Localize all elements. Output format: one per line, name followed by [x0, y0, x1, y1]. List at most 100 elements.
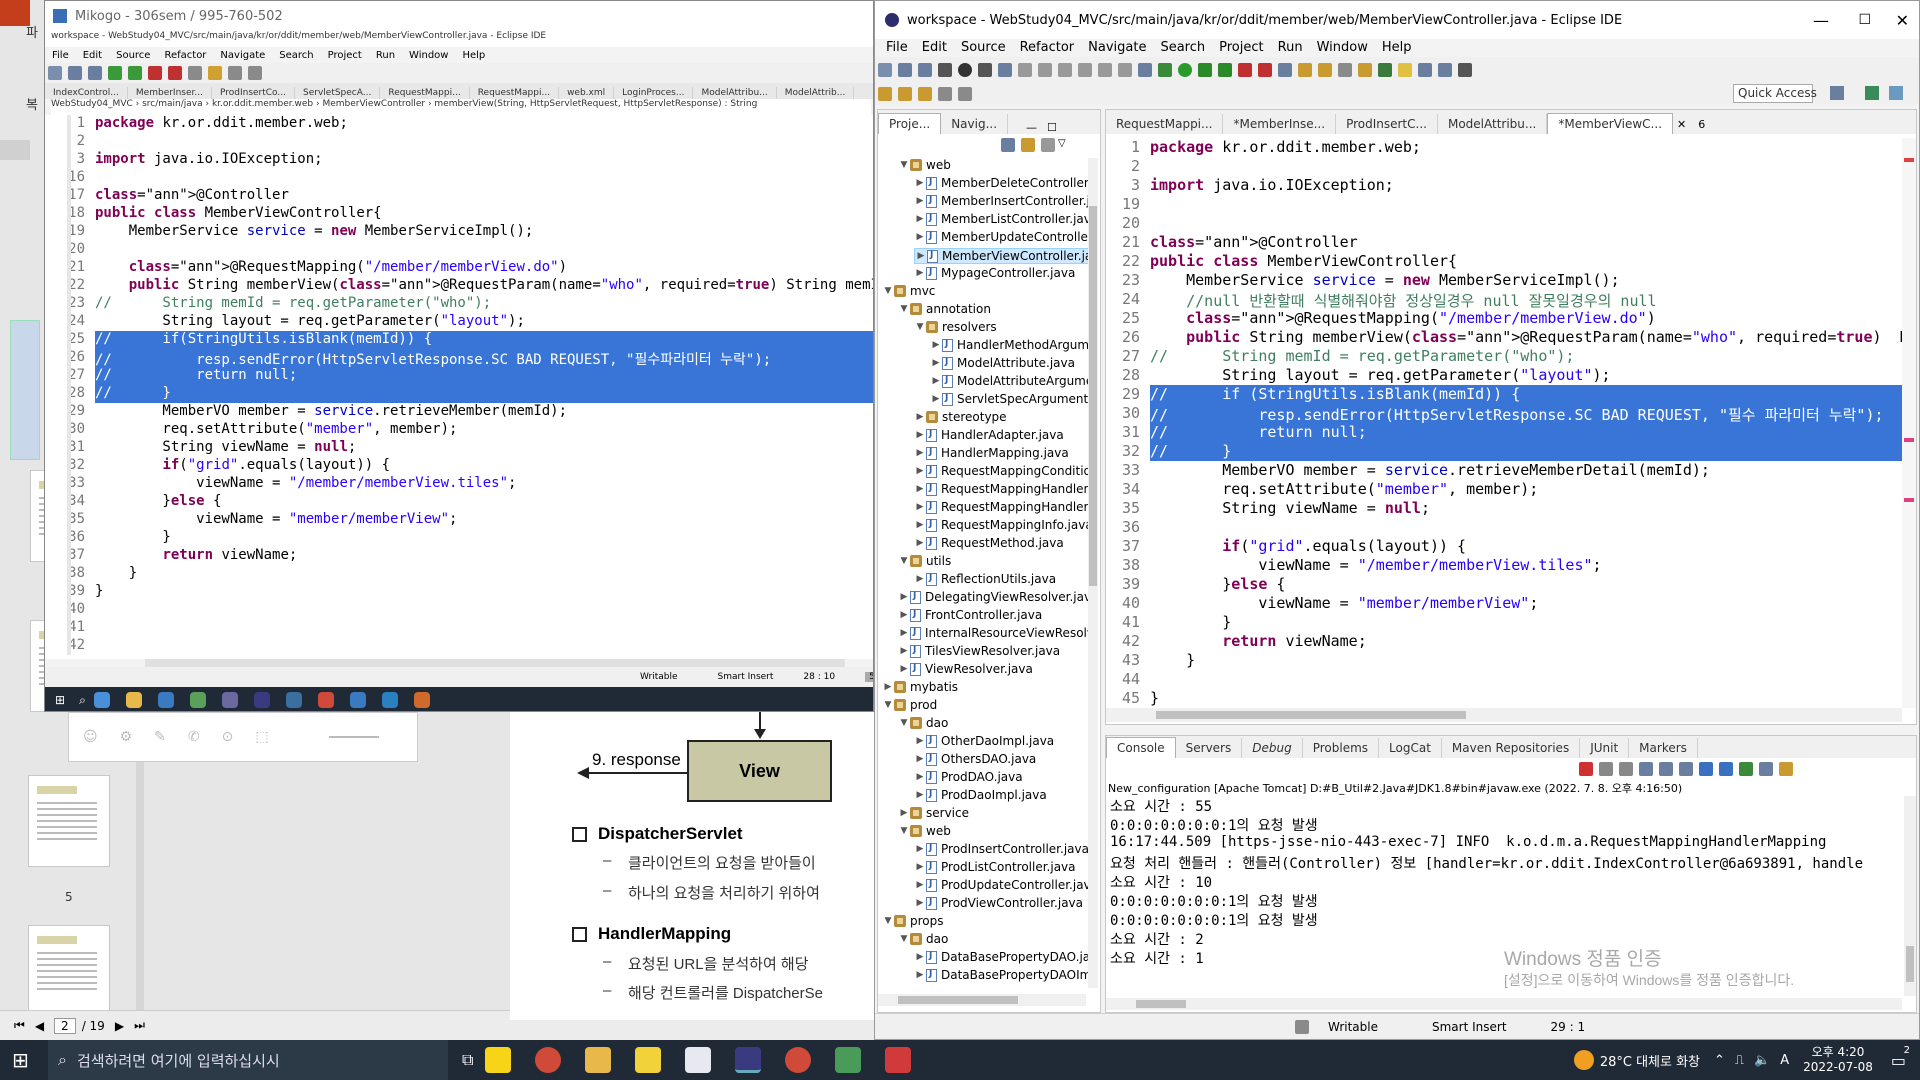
skip-breakpoints-icon[interactable]	[978, 63, 992, 77]
open-type-icon[interactable]	[208, 66, 222, 80]
chevron-right-icon[interactable]: ▶	[882, 682, 894, 692]
filter-icon[interactable]	[1041, 138, 1055, 152]
minimize-view-icon[interactable]: —	[1026, 121, 1037, 134]
windows-start-icon[interactable]: ⊞	[12, 1048, 36, 1072]
terminate-icon[interactable]	[1058, 63, 1072, 77]
menu-window[interactable]: Window	[1310, 40, 1375, 55]
phone-icon[interactable]: ✆	[188, 729, 200, 745]
code-line[interactable]: // return null;	[95, 367, 873, 385]
edge-icon[interactable]	[93, 692, 110, 708]
tree-file[interactable]: ▶ ModelAttributeArgume	[930, 374, 1088, 388]
attach-icon[interactable]: ✎	[154, 729, 166, 745]
run-coverage-icon[interactable]	[1198, 63, 1212, 77]
save-icon[interactable]	[898, 63, 912, 77]
tree-file[interactable]: ▶ MemberDeleteController.j	[914, 176, 1088, 190]
chevron-right-icon[interactable]: ▶	[915, 251, 927, 261]
menu-project[interactable]: Project	[321, 50, 369, 61]
save-icon[interactable]	[68, 66, 82, 80]
stop-server-icon[interactable]	[1238, 63, 1252, 77]
chevron-right-icon[interactable]: ▶	[914, 538, 926, 548]
select-icon[interactable]: ⬚	[255, 729, 268, 745]
quick-access-input[interactable]: Quick Access	[1733, 84, 1817, 103]
explorer-scroll-thumb[interactable]	[1089, 206, 1097, 586]
tree-package[interactable]: ▼ resolvers	[914, 320, 997, 334]
code-line[interactable]	[95, 601, 873, 619]
chrome-profile-icon[interactable]	[785, 1047, 812, 1073]
editor-tab[interactable]: ModelAttrib...	[777, 87, 855, 99]
link-editor-icon[interactable]	[1021, 138, 1035, 152]
step-over-icon[interactable]	[1098, 63, 1112, 77]
app-icon[interactable]	[189, 692, 206, 708]
code-line[interactable]: import java.io.IOException;	[1150, 176, 1902, 195]
search-icon[interactable]	[188, 66, 202, 80]
close-tab-icon[interactable]: ✕	[1673, 115, 1690, 134]
chrome-icon[interactable]	[535, 1047, 562, 1073]
tree-file[interactable]: ▶ DelegatingViewResolver.java	[898, 590, 1088, 604]
explorer-hscroll-thumb[interactable]	[898, 996, 1018, 1004]
next-annotation-icon[interactable]	[898, 87, 912, 101]
code-line[interactable]: // }	[95, 385, 873, 403]
chevron-down-icon[interactable]: ▼	[882, 286, 894, 296]
menu-refactor[interactable]: Refactor	[1013, 40, 1082, 55]
tree-file[interactable]: ▶ MemberListController.java	[914, 212, 1088, 226]
code-line[interactable]: String viewName = null;	[1150, 499, 1902, 518]
tab-markers[interactable]: Markers	[1629, 738, 1698, 758]
tab-maven-repositories[interactable]: Maven Repositories	[1442, 738, 1581, 758]
debug-icon[interactable]	[958, 63, 972, 77]
tree-file[interactable]: ▶ HandlerMethodArgume	[930, 338, 1088, 352]
word-wrap-icon[interactable]	[1679, 762, 1693, 776]
open-type-icon[interactable]	[1298, 63, 1312, 77]
suspend-icon[interactable]	[1038, 63, 1052, 77]
code-line[interactable]: MemberVO member = service.retrieveMember…	[1150, 461, 1902, 480]
java-ee-perspective-icon[interactable]	[1865, 86, 1879, 100]
code-line[interactable]: public String memberView(class="ann">@Re…	[95, 277, 873, 295]
task-view-icon[interactable]: ⧉	[462, 1050, 473, 1070]
tree-file[interactable]: ▶ ProdDaoImpl.java	[914, 788, 1047, 802]
code-line[interactable]: // if (StringUtils.isBlank(memId)) {	[1150, 385, 1902, 404]
code-line[interactable]: }	[1150, 613, 1902, 632]
chevron-right-icon[interactable]: ▶	[914, 898, 926, 908]
chevron-right-icon[interactable]: ▶	[898, 664, 910, 674]
taskbar-search-box[interactable]: ⌕ 검색하려면 여기에 입력하십시시	[48, 1040, 448, 1080]
chevron-down-icon[interactable]: ▼	[898, 934, 910, 944]
tab-debug[interactable]: Debug	[1242, 738, 1303, 758]
debug-icon[interactable]	[128, 66, 142, 80]
kakaotalk-icon[interactable]	[485, 1047, 512, 1073]
ime-indicator[interactable]: A	[1780, 1053, 1789, 1068]
explorer-hscrollbar[interactable]	[878, 994, 1086, 1006]
error-marker[interactable]	[1904, 498, 1914, 502]
code-line[interactable]: MemberService service = new MemberServic…	[95, 223, 873, 241]
tab-problems[interactable]: Problems	[1303, 738, 1380, 758]
file-explorer-icon[interactable]	[585, 1047, 612, 1073]
zoom-slider[interactable]	[328, 736, 379, 738]
folder-icon[interactable]	[1358, 63, 1372, 77]
smile-icon[interactable]: ☺	[83, 729, 98, 745]
menu-search[interactable]: Search	[272, 50, 320, 61]
show-stderr-icon[interactable]	[1719, 762, 1733, 776]
chevron-right-icon[interactable]: ▶	[914, 484, 926, 494]
editor-tab[interactable]: MemberInser...	[128, 87, 212, 99]
terminate-icon[interactable]	[1579, 762, 1593, 776]
tree-file[interactable]: ▶ OthersDAO.java	[914, 752, 1037, 766]
code-line[interactable]	[95, 619, 873, 637]
chevron-down-icon[interactable]: ▼	[898, 160, 910, 170]
app-icon[interactable]	[381, 692, 398, 708]
menu-navigate[interactable]: Navigate	[1081, 40, 1153, 55]
code-line[interactable]	[1150, 214, 1902, 233]
code-line[interactable]: if("grid".equals(layout)) {	[95, 457, 873, 475]
step-into-icon[interactable]	[1078, 63, 1092, 77]
show-stdout-icon[interactable]	[1699, 762, 1713, 776]
tree-package[interactable]: ▶ stereotype	[914, 410, 1007, 424]
code-line[interactable]: // if(StringUtils.isBlank(memId)) {	[95, 331, 873, 349]
slide-thumbnail[interactable]	[28, 925, 110, 1017]
console-vscrollbar[interactable]	[1904, 796, 1916, 996]
tree-file[interactable]: ▶ ProdListController.java	[914, 860, 1076, 874]
breadcrumb[interactable]: WebStudy04_MVC › src/main/java › kr.or.d…	[51, 99, 871, 115]
menu-refactor[interactable]: Refactor	[157, 50, 213, 61]
run-icon[interactable]	[1178, 63, 1192, 77]
code-line[interactable]: String layout = req.getParameter("layout…	[95, 313, 873, 331]
tree-package[interactable]: ▼ web	[898, 824, 951, 838]
tree-file[interactable]: ▶ FrontController.java	[898, 608, 1043, 622]
editor-hscroll-thumb[interactable]	[1156, 711, 1466, 719]
editor-hscrollbar[interactable]	[1106, 708, 1902, 722]
